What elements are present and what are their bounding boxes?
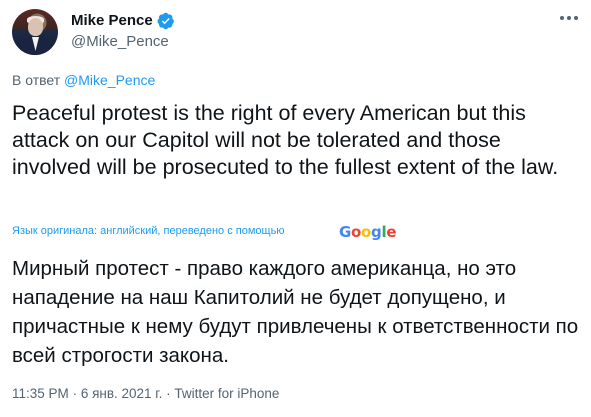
tweet-original-text: Peaceful protest is the right of every A… <box>12 101 559 179</box>
google-logo: Google <box>339 223 396 241</box>
author-name[interactable]: Mike Pence <box>71 12 153 29</box>
google-letter: o <box>361 223 372 241</box>
reply-context: В ответ @Mike_Pence <box>12 72 155 88</box>
verified-badge-icon <box>157 12 174 30</box>
author-handle[interactable]: @Mike_Pence <box>71 33 169 50</box>
tweet-translated-text: Мирный протест - право каждого американц… <box>12 257 579 367</box>
more-dots-glyph <box>560 16 578 20</box>
tweet-metadata: 11:35 PM · 6 янв. 2021 г. · Twitter for … <box>12 386 279 401</box>
avatar[interactable] <box>12 9 58 55</box>
reply-prefix: В ответ <box>12 72 61 88</box>
google-letter: o <box>351 223 362 241</box>
reply-mention-link[interactable]: @Mike_Pence <box>64 72 155 88</box>
google-letter: g <box>371 223 382 241</box>
tweet-date[interactable]: 6 янв. 2021 г. <box>81 386 163 401</box>
meta-separator: · <box>72 386 78 401</box>
tweet-time[interactable]: 11:35 PM <box>12 386 69 401</box>
avatar-face <box>28 18 43 36</box>
meta-separator: · <box>166 386 171 401</box>
tweet-source-link[interactable]: Twitter for iPhone <box>174 386 279 401</box>
google-letter: G <box>339 223 352 241</box>
translation-note[interactable]: Язык оригинала: английский, переведено с… <box>12 225 285 237</box>
more-dots-icon[interactable] <box>558 11 580 25</box>
google-letter: e <box>386 223 397 241</box>
tweet-card: Mike Pence @Mike_Pence В ответ @Mike_Pen… <box>0 0 591 417</box>
